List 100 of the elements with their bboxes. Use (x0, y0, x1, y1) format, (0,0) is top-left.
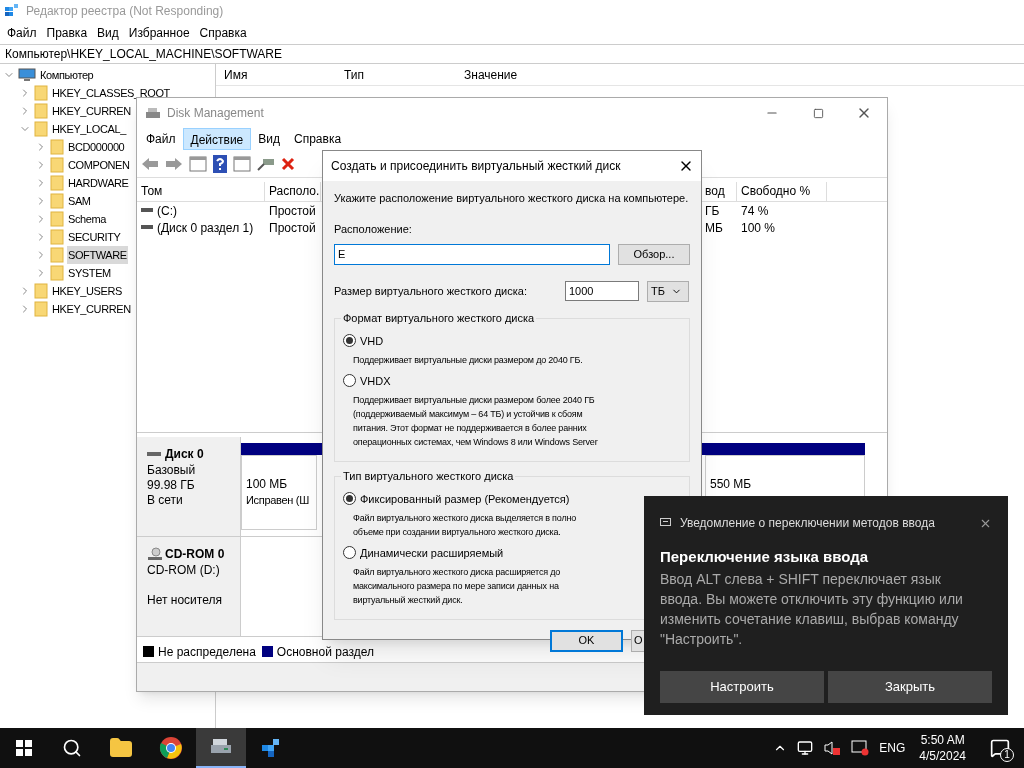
disk-info: В сети (147, 493, 184, 508)
option-description: Файл виртуального жесткого диска расширяется до (353, 565, 561, 579)
menu-item[interactable]: Действие (182, 128, 252, 150)
partition-size: 100 МБ (246, 476, 288, 492)
tree-item[interactable]: SAM (67, 192, 92, 210)
instruction-text: Укажите расположение виртуального жесткого диска на компьютере. (334, 191, 690, 205)
disk-info: Нет носителя (147, 593, 223, 608)
radio-label[interactable]: Динамически расширяемый (360, 544, 504, 561)
volume-icon (141, 224, 153, 231)
clock-time[interactable]: 5:50 AM (920, 732, 965, 748)
browse-button[interactable]: Обзор... (618, 243, 690, 265)
action-center-button[interactable]: 1 (980, 728, 1020, 768)
column-header[interactable]: Свободно % (737, 182, 827, 201)
folder-icon (50, 247, 64, 263)
tree-item[interactable]: BCD000000 (67, 138, 126, 156)
table-cell-text: МБ (704, 219, 724, 237)
table-cell-text: Простой (269, 202, 316, 220)
table-cell-text: (C:) (157, 202, 177, 220)
disk-name: CD-ROM 0 (165, 546, 225, 563)
tree-item[interactable]: Компьютер (39, 66, 95, 84)
radio-label[interactable]: VHD (360, 332, 384, 349)
column-header[interactable]: Располо. (265, 182, 321, 201)
menu-item[interactable]: Справка (287, 128, 349, 150)
menu-item[interactable]: Вид (92, 24, 124, 42)
folder-icon (50, 139, 64, 155)
folder-icon (34, 103, 48, 119)
clock-date[interactable]: 4/5/2024 (919, 748, 966, 764)
folder-icon (34, 283, 48, 299)
pane-icon[interactable] (233, 155, 251, 172)
size-field[interactable]: 1000 (565, 281, 639, 301)
option-description: Файл виртуального жесткого диска выделяется в полно (353, 511, 576, 525)
connect-icon[interactable] (257, 156, 275, 171)
tree-item[interactable]: HKEY_USERS (51, 282, 123, 300)
menu-item[interactable]: Файл (2, 24, 42, 42)
radio-label[interactable]: Фиксированный размер (Рекомендуется) (360, 490, 570, 507)
notification-action[interactable]: Закрыть (828, 670, 992, 703)
folder-icon (34, 301, 48, 317)
help-icon[interactable] (213, 154, 227, 173)
folder-icon (50, 265, 64, 281)
cd-drive-icon (147, 547, 163, 561)
radio-button[interactable] (343, 334, 356, 347)
menu-item[interactable]: Вид (251, 128, 287, 150)
radio-button[interactable] (343, 374, 356, 387)
delete-icon[interactable] (281, 156, 295, 171)
radio-button[interactable] (343, 492, 356, 505)
radio-button[interactable] (343, 546, 356, 559)
option-description: операционных системах, чем Windows 8 или Windows Server (353, 435, 598, 449)
option-description: виртуальный жесткий диск. (353, 593, 463, 607)
taskbar-app[interactable] (196, 728, 246, 768)
folder-icon (50, 229, 64, 245)
disk-drive-icon (145, 106, 161, 120)
folder-icon (34, 121, 48, 137)
forward-arrow-icon[interactable] (165, 156, 183, 171)
tree-item[interactable]: SYSTEM (67, 264, 112, 282)
menu-item[interactable]: Правка (41, 24, 93, 42)
option-description: питания. Этот формат не поддерживается в более ранних (353, 421, 587, 435)
folder-icon (34, 85, 48, 101)
ok-button[interactable]: OK (550, 629, 623, 652)
window-title: Disk Management (167, 105, 264, 122)
windows-icon (16, 740, 32, 756)
tree-item[interactable]: HKEY_CLASSES_ROOT (51, 84, 171, 102)
tree-item[interactable]: HKEY_CURREN (51, 300, 132, 318)
partition-size: 550 МБ (710, 476, 752, 492)
location-field[interactable]: E (334, 243, 610, 265)
menu-item[interactable]: Избранное (123, 24, 195, 42)
address-bar[interactable]: Компьютер\HKEY_LOCAL_MACHINE\SOFTWARE (0, 44, 1024, 64)
tree-item[interactable]: HARDWARE (67, 174, 130, 192)
column-header[interactable]: Имя (216, 65, 336, 84)
column-header[interactable]: Тип (336, 65, 456, 84)
cubes-icon (260, 737, 282, 759)
tree-item[interactable]: HKEY_CURREN (51, 102, 132, 120)
radio-label[interactable]: VHDX (360, 372, 391, 389)
unit-dropdown[interactable]: ТБ (647, 280, 689, 302)
tree-item[interactable]: COMPONEN (67, 156, 131, 174)
option-description: Поддерживает виртуальные диски размером более 2040 ГБ (353, 393, 595, 407)
tree-item[interactable]: SOFTWARE (67, 246, 128, 264)
back-arrow-icon[interactable] (141, 156, 159, 171)
display-icon[interactable] (851, 740, 870, 756)
menu-item[interactable]: Файл (139, 128, 183, 150)
legend-label: Не распределена (158, 643, 256, 661)
dialog-title: Создать и присоединить виртуальный жесткий диск (331, 158, 621, 175)
notification-count: 1 (1000, 748, 1014, 762)
column-header[interactable]: Том (137, 182, 265, 201)
registry-icon (4, 3, 20, 19)
tree-item[interactable]: SECURITY (67, 228, 122, 246)
network-icon[interactable] (797, 740, 814, 756)
disk-info: 99.98 ГБ (147, 478, 196, 493)
pane-icon[interactable] (189, 155, 207, 172)
location-label: Расположение: (334, 222, 413, 237)
menu-item[interactable]: Справка (194, 24, 252, 42)
tree-item[interactable]: Schema (67, 210, 107, 228)
partition-block[interactable]: 100 МБ Исправен (Ш (241, 455, 317, 530)
table-cell-text: Простой (269, 219, 316, 237)
muted-speaker-icon[interactable] (823, 740, 842, 756)
notification-action[interactable]: Настроить (660, 670, 824, 703)
option-description: Поддерживает виртуальные диски размером до 2040 ГБ. (353, 353, 583, 367)
language-indicator[interactable]: ENG (879, 739, 906, 757)
folder-icon (50, 157, 64, 173)
tree-item[interactable]: HKEY_LOCAL_ (51, 120, 127, 138)
column-header[interactable]: Значение (456, 65, 656, 84)
